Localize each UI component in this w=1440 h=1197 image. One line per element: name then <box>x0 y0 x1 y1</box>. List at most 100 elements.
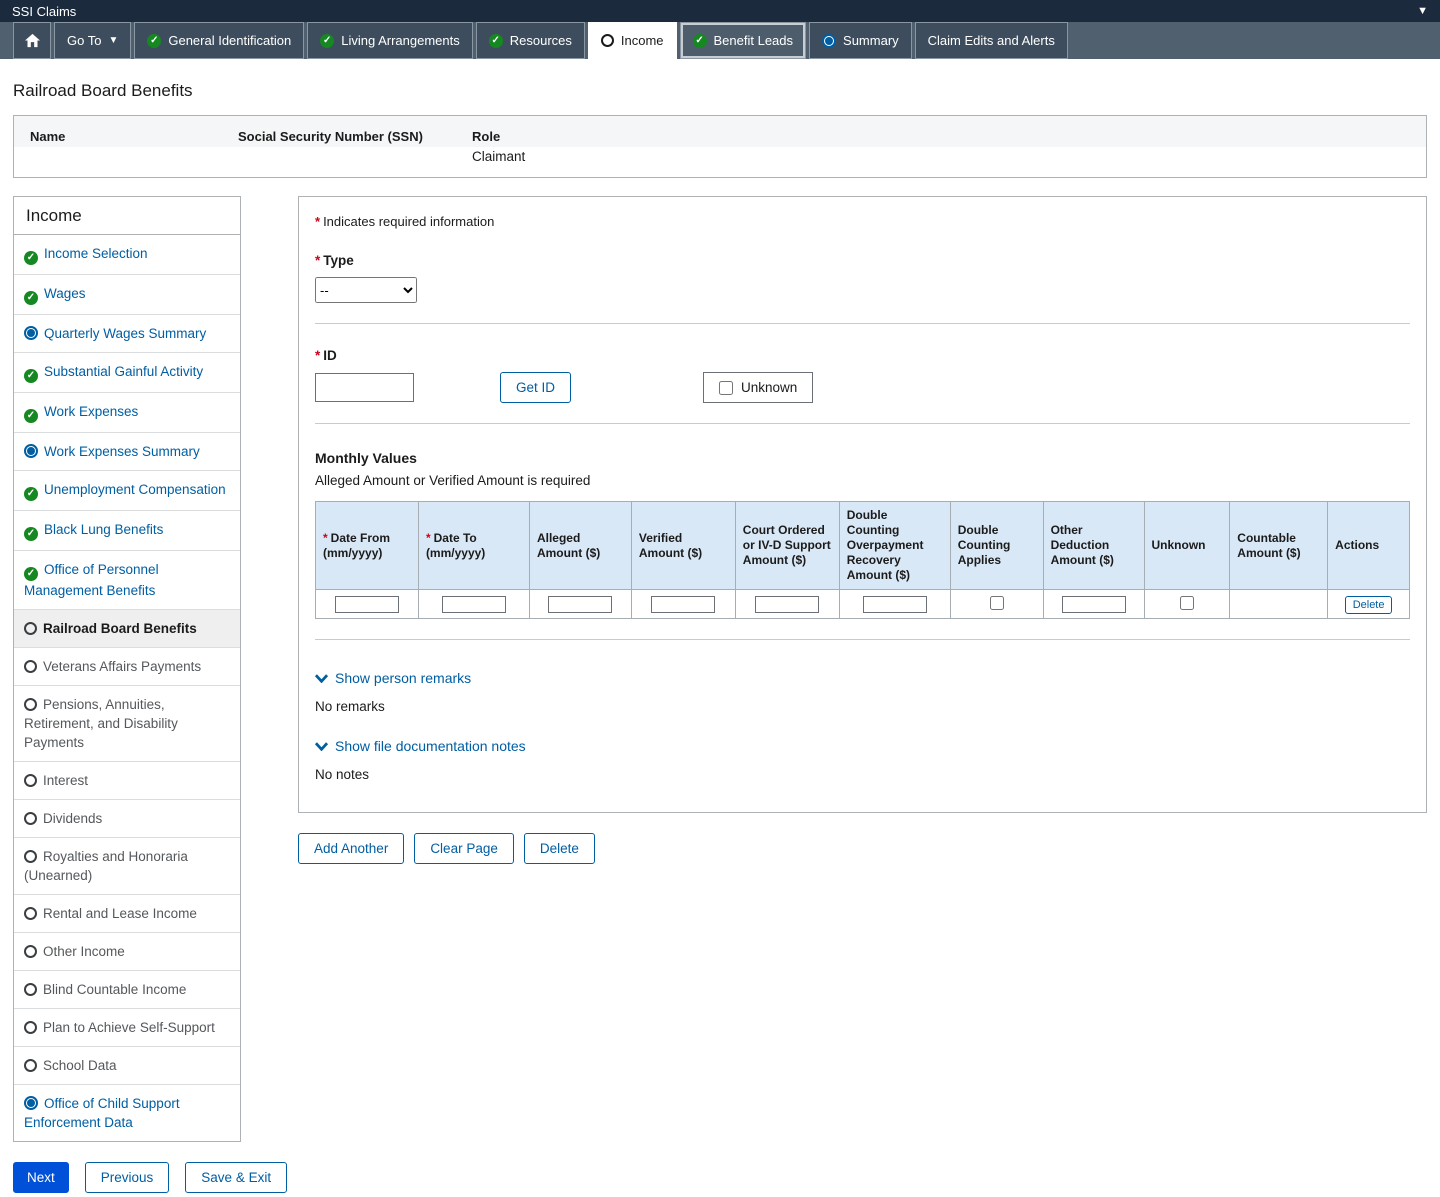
delete-button[interactable]: Delete <box>524 833 595 864</box>
add-another-button[interactable]: Add Another <box>298 833 404 864</box>
col-court-ordered-amount: Court Ordered or IV-D Support Amount ($) <box>735 502 839 590</box>
sidebar-item-work-expenses[interactable]: Work Expenses <box>14 393 240 433</box>
show-person-remarks-toggle[interactable]: Show person remarks <box>315 670 471 686</box>
date-from-input[interactable] <box>335 596 399 613</box>
person-header-labels: Name Social Security Number (SSN) Role <box>14 116 1426 147</box>
type-select[interactable]: -- <box>315 277 417 303</box>
court-ordered-amount-input[interactable] <box>755 596 819 613</box>
income-sidebar: Income Income Selection Wages Quarterly … <box>13 196 241 1142</box>
chevron-down-icon <box>315 674 328 683</box>
go-to-dropdown[interactable]: Go To ▼ <box>54 22 131 59</box>
sidebar-item-label: Office of Personnel Management Benefits <box>24 562 159 598</box>
save-exit-button[interactable]: Save & Exit <box>185 1162 287 1193</box>
home-button[interactable] <box>13 22 51 59</box>
id-input[interactable] <box>315 373 414 402</box>
in-progress-circle-icon <box>822 34 836 48</box>
in-progress-circle-icon <box>24 444 38 458</box>
sidebar-item-black-lung-benefits[interactable]: Black Lung Benefits <box>14 511 240 551</box>
verified-amount-input[interactable] <box>651 596 715 613</box>
sidebar-item-quarterly-wages-summary[interactable]: Quarterly Wages Summary <box>14 315 240 353</box>
col-double-counting-applies: Double Counting Applies <box>950 502 1043 590</box>
required-asterisk: * <box>426 531 431 545</box>
sidebar-item-label: Rental and Lease Income <box>43 906 197 921</box>
sidebar-item-veterans-affairs-payments: Veterans Affairs Payments <box>14 648 240 686</box>
role-value: Claimant <box>472 149 1410 164</box>
empty-circle-icon <box>24 850 37 863</box>
sidebar-item-income-selection[interactable]: Income Selection <box>14 235 240 275</box>
sidebar-item-pensions-annuities-retirement-disability: Pensions, Annuities, Retirement, and Dis… <box>14 686 240 762</box>
tab-resources[interactable]: Resources <box>476 22 585 59</box>
app-menu-caret-icon[interactable]: ▼ <box>1417 6 1428 17</box>
sidebar-item-label: Plan to Achieve Self-Support <box>43 1020 215 1035</box>
check-circle-icon <box>147 34 161 48</box>
col-double-counting-recovery-amount: Double Counting Overpayment Recovery Amo… <box>839 502 950 590</box>
sidebar-item-label: Pensions, Annuities, Retirement, and Dis… <box>24 697 178 750</box>
double-counting-recovery-amount-input[interactable] <box>863 596 927 613</box>
empty-circle-icon <box>24 1021 37 1034</box>
remarks-empty-text: No remarks <box>315 699 1410 714</box>
col-alleged-amount: Alleged Amount ($) <box>529 502 631 590</box>
sidebar-item-substantial-gainful-activity[interactable]: Substantial Gainful Activity <box>14 353 240 393</box>
section-divider <box>315 323 1410 324</box>
sidebar-item-unemployment-compensation[interactable]: Unemployment Compensation <box>14 471 240 511</box>
date-to-input[interactable] <box>442 596 506 613</box>
check-circle-icon <box>24 251 38 265</box>
sidebar-item-school-data: School Data <box>14 1047 240 1085</box>
check-circle-icon <box>489 34 503 48</box>
sidebar-item-label: School Data <box>43 1058 117 1073</box>
col-date-from: *Date From (mm/yyyy) <box>316 502 419 590</box>
sidebar-item-label: Quarterly Wages Summary <box>44 326 206 341</box>
other-deduction-amount-input[interactable] <box>1062 596 1126 613</box>
required-asterisk: * <box>315 253 320 268</box>
col-countable-amount: Countable Amount ($) <box>1230 502 1328 590</box>
tab-label: Benefit Leads <box>714 33 794 48</box>
check-circle-icon <box>24 487 38 501</box>
tab-claim-edits-and-alerts[interactable]: Claim Edits and Alerts <box>915 22 1068 59</box>
person-header: Name Social Security Number (SSN) Role C… <box>13 115 1427 178</box>
tab-summary[interactable]: Summary <box>809 22 912 59</box>
row-delete-button[interactable]: Delete <box>1345 596 1393 614</box>
col-actions: Actions <box>1328 502 1410 590</box>
in-progress-circle-icon <box>24 326 38 340</box>
sidebar-item-office-of-personnel-management-benefits[interactable]: Office of Personnel Management Benefits <box>14 551 240 610</box>
alleged-amount-input[interactable] <box>548 596 612 613</box>
empty-circle-icon <box>24 622 37 635</box>
sidebar-item-wages[interactable]: Wages <box>14 275 240 315</box>
empty-circle-icon <box>24 945 37 958</box>
next-button[interactable]: Next <box>13 1162 69 1193</box>
id-label: *ID <box>315 348 1410 363</box>
id-unknown-checkbox[interactable] <box>719 381 733 395</box>
countable-amount-cell <box>1230 590 1328 619</box>
tab-benefit-leads[interactable]: Benefit Leads <box>680 22 807 59</box>
id-unknown-group: Unknown <box>703 372 813 403</box>
required-asterisk: * <box>315 214 320 229</box>
go-to-label: Go To <box>67 33 101 48</box>
check-circle-icon <box>24 567 38 581</box>
tab-living-arrangements[interactable]: Living Arrangements <box>307 22 473 59</box>
sidebar-item-railroad-board-benefits[interactable]: Railroad Board Benefits <box>14 610 240 648</box>
sidebar-item-label: Substantial Gainful Activity <box>44 364 203 379</box>
unknown-checkbox[interactable] <box>1180 596 1194 610</box>
required-asterisk: * <box>315 348 320 363</box>
empty-circle-icon <box>24 774 37 787</box>
monthly-values-table: *Date From (mm/yyyy) *Date To (mm/yyyy) … <box>315 501 1410 619</box>
sidebar-item-work-expenses-summary[interactable]: Work Expenses Summary <box>14 433 240 471</box>
tab-label: Living Arrangements <box>341 33 460 48</box>
get-id-button[interactable]: Get ID <box>500 372 571 403</box>
show-file-documentation-notes-toggle[interactable]: Show file documentation notes <box>315 738 526 754</box>
toggle-label: Show file documentation notes <box>335 738 526 754</box>
sidebar-item-label: Work Expenses Summary <box>44 444 200 459</box>
role-label: Role <box>472 129 1410 144</box>
monthly-values-subtitle: Alleged Amount or Verified Amount is req… <box>315 473 1410 488</box>
sidebar-item-office-of-child-support-enforcement-data[interactable]: Office of Child Support Enforcement Data <box>14 1085 240 1141</box>
previous-button[interactable]: Previous <box>85 1162 170 1193</box>
col-verified-amount: Verified Amount ($) <box>631 502 735 590</box>
railroad-board-benefits-form: *Indicates required information *Type --… <box>298 196 1427 813</box>
empty-circle-icon <box>24 660 37 673</box>
chevron-down-icon <box>315 742 328 751</box>
tab-general-identification[interactable]: General Identification <box>134 22 304 59</box>
sidebar-item-label: Unemployment Compensation <box>44 482 226 497</box>
tab-income[interactable]: Income <box>588 22 677 59</box>
clear-page-button[interactable]: Clear Page <box>414 833 514 864</box>
double-counting-applies-checkbox[interactable] <box>990 596 1004 610</box>
